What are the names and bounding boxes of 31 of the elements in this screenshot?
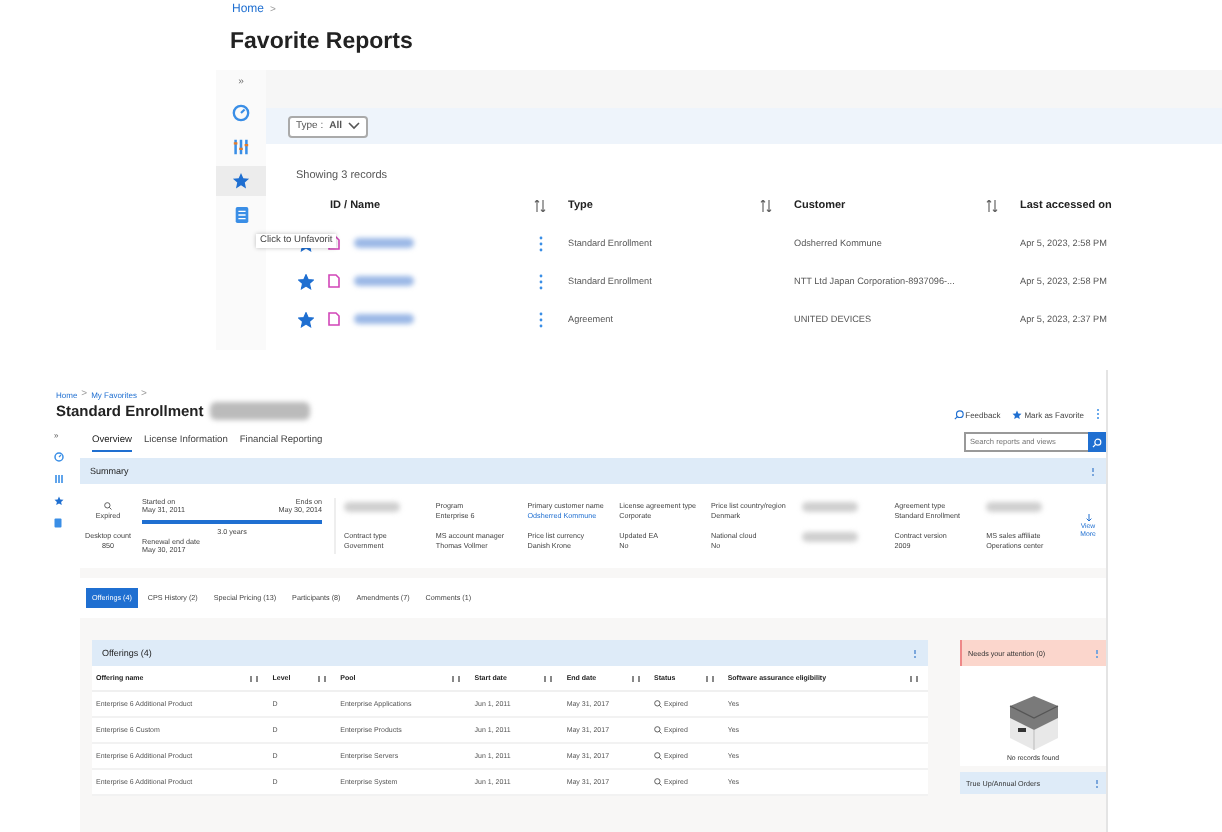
sliders-icon[interactable] [54, 474, 64, 484]
sidebar-item[interactable] [216, 166, 266, 196]
arrow-down-icon [1085, 514, 1091, 522]
redacted-id [209, 402, 310, 420]
search-button[interactable] [1088, 432, 1106, 452]
document-icon [328, 274, 340, 288]
star-icon[interactable] [298, 311, 314, 327]
redacted-field [344, 502, 400, 512]
search-icon [1092, 437, 1102, 447]
star-icon[interactable] [54, 496, 64, 506]
more-icon[interactable] [538, 273, 544, 289]
gauge-icon[interactable] [54, 452, 64, 462]
sliders-icon [232, 138, 250, 156]
report-icon[interactable] [54, 518, 62, 528]
redacted-field [986, 502, 1043, 512]
sort-icon[interactable] [534, 199, 546, 211]
redacted-field [802, 502, 859, 512]
redacted-field [802, 532, 859, 542]
star-icon[interactable] [298, 273, 314, 289]
gauge-icon [232, 104, 250, 122]
star-icon [232, 172, 250, 190]
more-icon[interactable] [538, 311, 544, 327]
sort-icon[interactable] [910, 675, 918, 681]
page-title: Favorite Reports [228, 28, 415, 58]
sort-icon[interactable] [760, 199, 772, 211]
sort-icon[interactable] [986, 199, 998, 211]
star-icon [1012, 409, 1023, 419]
report-icon [233, 206, 249, 224]
chevron-down-icon [348, 122, 361, 130]
more-icon[interactable] [538, 235, 544, 251]
document-icon [328, 312, 340, 326]
